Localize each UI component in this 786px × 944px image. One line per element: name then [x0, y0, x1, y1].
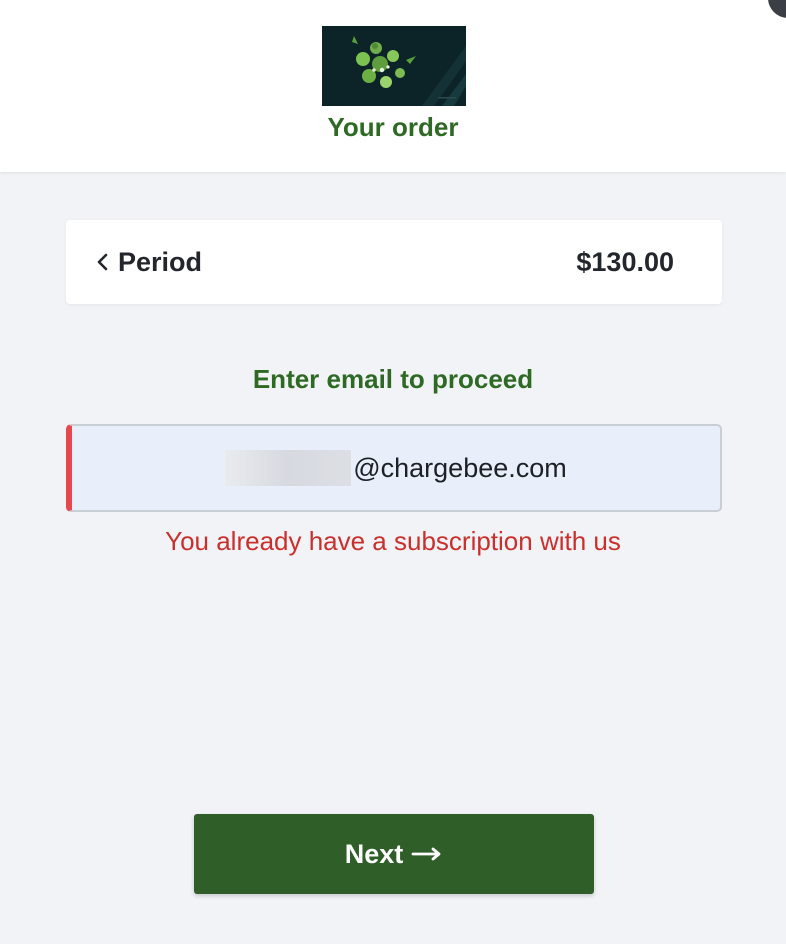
next-button[interactable]: Next [194, 814, 594, 894]
arrow-right-icon [411, 847, 441, 861]
email-domain: @chargebee.com [353, 452, 567, 483]
period-selector[interactable]: Period $130.00 [66, 220, 722, 304]
next-button-label: Next [344, 838, 404, 869]
chevron-left-icon [97, 253, 108, 271]
email-field[interactable]: @chargebee.com [66, 424, 722, 512]
period-price: $130.00 [576, 247, 674, 277]
brand-logo [322, 26, 466, 106]
email-error-message: You already have a subscription with us [165, 526, 621, 556]
email-value[interactable]: @chargebee.com [72, 426, 720, 510]
email-prompt: Enter email to proceed [252, 364, 534, 394]
page-title: Your order [327, 112, 459, 142]
close-icon[interactable] [768, 0, 786, 18]
redacted-email-prefix [225, 450, 352, 486]
period-back[interactable]: Period [92, 220, 202, 304]
period-label: Period [118, 246, 203, 277]
header: Your order [0, 0, 786, 172]
checkout-page: Your order Period $130.00 Enter email to… [0, 0, 786, 944]
